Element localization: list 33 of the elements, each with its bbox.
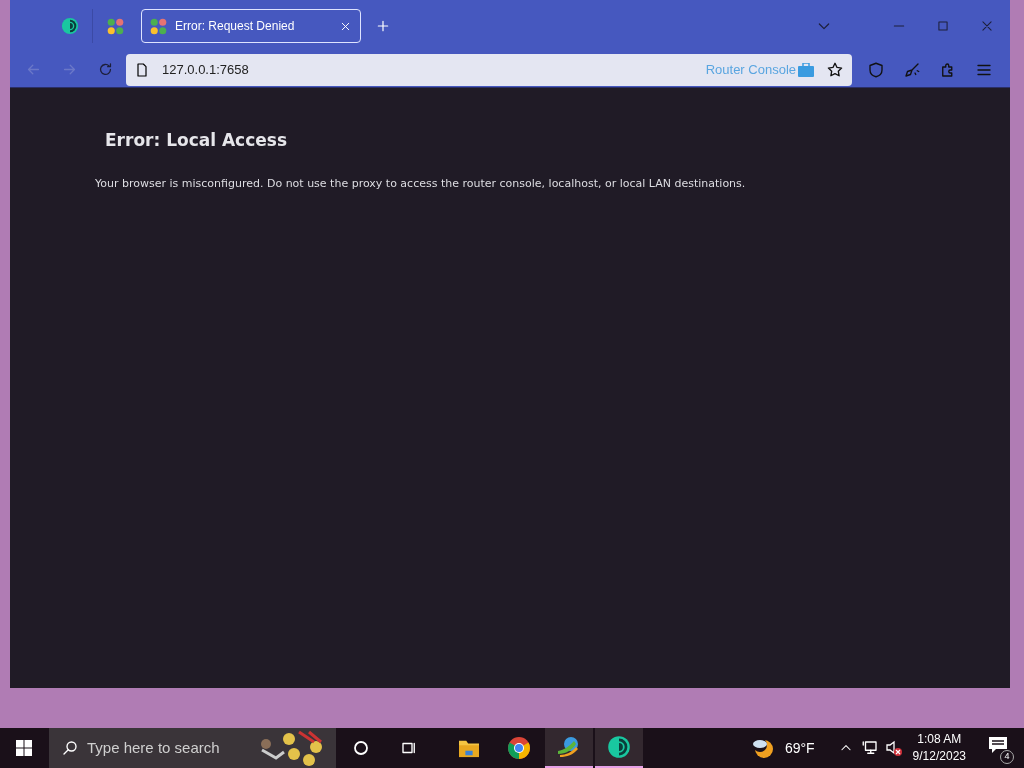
close-icon[interactable] bbox=[980, 19, 994, 33]
taskbar-app[interactable] bbox=[545, 728, 593, 768]
reload-icon[interactable] bbox=[97, 61, 114, 78]
browser-tab[interactable]: Error: Request Denied bbox=[141, 9, 361, 43]
windows-start-icon[interactable] bbox=[16, 740, 32, 756]
tab-title: Error: Request Denied bbox=[175, 18, 296, 35]
shield-icon[interactable] bbox=[867, 60, 885, 79]
four-dots-icon bbox=[150, 17, 167, 35]
search-icon bbox=[61, 739, 79, 757]
clock-time[interactable]: 1:08 AM bbox=[917, 731, 962, 748]
folder-icon[interactable] bbox=[458, 738, 480, 758]
star-icon[interactable] bbox=[826, 60, 844, 79]
taskbar-app[interactable] bbox=[595, 728, 643, 768]
notification-icon[interactable] bbox=[988, 736, 1008, 754]
onion-icon bbox=[60, 17, 79, 35]
briefcase-icon bbox=[798, 62, 814, 77]
address-bar[interactable]: 127.0.0.1:7658 Router Console bbox=[126, 53, 852, 86]
weather-temp[interactable]: 69°F bbox=[784, 737, 815, 759]
four-dots-icon bbox=[106, 17, 124, 35]
error-message: Your browser is misconfigured. Do not use the proxy to access the router console, localhost, or local LAN destinations. bbox=[95, 175, 747, 192]
page-icon bbox=[134, 61, 150, 78]
plus-icon[interactable] bbox=[375, 18, 391, 34]
search-field[interactable]: Type here to search bbox=[87, 736, 254, 760]
muted-speaker-icon[interactable] bbox=[884, 739, 903, 757]
search-box[interactable]: Type here to search bbox=[49, 728, 336, 768]
notification-count: 4 bbox=[1000, 750, 1014, 764]
onion-icon bbox=[607, 735, 631, 759]
circle-icon[interactable] bbox=[352, 739, 370, 757]
network-icon[interactable] bbox=[860, 739, 879, 757]
error-heading: Error: Local Access bbox=[105, 129, 289, 152]
chrome-icon[interactable] bbox=[507, 736, 531, 760]
clock-date[interactable]: 9/12/2023 bbox=[912, 748, 966, 765]
url-text: 127.0.0.1:7658 bbox=[162, 60, 249, 79]
